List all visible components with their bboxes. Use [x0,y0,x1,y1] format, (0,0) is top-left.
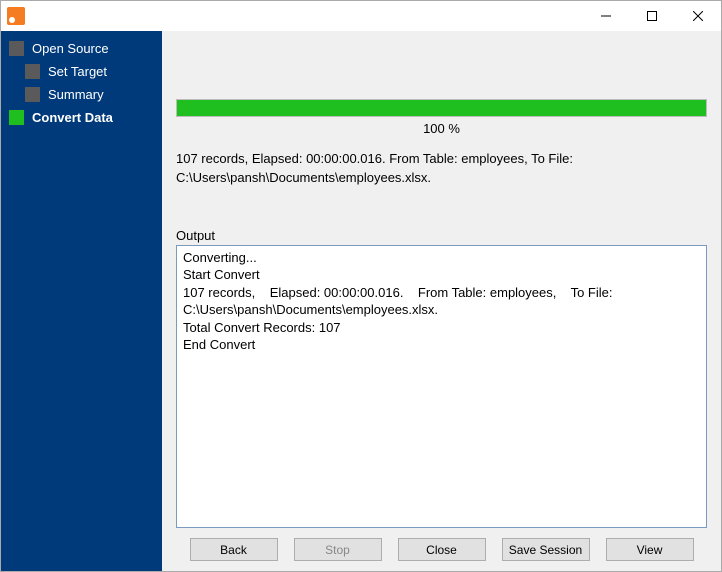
sidebar-item-label: Open Source [32,41,109,56]
output-textbox[interactable] [176,245,707,528]
progress-bar [176,99,707,117]
close-window-button[interactable] [675,1,721,31]
sidebar-item-set-target[interactable]: Set Target [1,60,162,83]
step-icon [9,110,24,125]
sidebar-item-summary[interactable]: Summary [1,83,162,106]
output-label: Output [176,228,707,243]
step-icon [25,64,40,79]
main-panel: 100 % 107 records, Elapsed: 00:00:00.016… [162,31,721,571]
sidebar-item-open-source[interactable]: Open Source [1,37,162,60]
content: Open Source Set Target Summary Convert D… [1,31,721,571]
sidebar-item-label: Set Target [48,64,107,79]
view-button[interactable]: View [606,538,694,561]
back-button[interactable]: Back [190,538,278,561]
close-button[interactable]: Close [398,538,486,561]
progress-percent-label: 100 % [176,121,707,136]
step-icon [25,87,40,102]
minimize-button[interactable] [583,1,629,31]
sidebar: Open Source Set Target Summary Convert D… [1,31,162,571]
window-controls [583,1,721,31]
maximize-button[interactable] [629,1,675,31]
stop-button[interactable]: Stop [294,538,382,561]
progress-area: 100 % [176,99,707,136]
progress-fill [177,100,706,116]
button-row: Back Stop Close Save Session View [176,538,707,561]
sidebar-item-label: Summary [48,87,104,102]
sidebar-item-convert-data[interactable]: Convert Data [1,106,162,129]
app-icon [7,7,25,25]
status-text: 107 records, Elapsed: 00:00:00.016. From… [176,150,707,188]
sidebar-item-label: Convert Data [32,110,113,125]
save-session-button[interactable]: Save Session [502,538,590,561]
step-icon [9,41,24,56]
titlebar [1,1,721,31]
